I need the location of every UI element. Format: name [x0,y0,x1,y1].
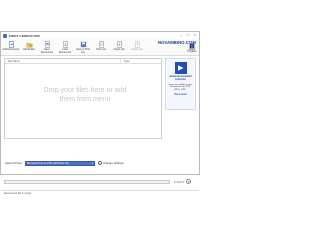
toolbar: Add Documents Add Folder Save Documents … [1,39,199,56]
column-header-type-label: Type [124,59,130,63]
status-bar: Documents list is empty [1,190,199,195]
window-controls: – □ × [179,33,197,37]
toolbar-label: Add Documents [2,48,20,51]
add-documents-icon [8,41,14,48]
change-settings-label: Change Settings [103,161,124,165]
progress-row: START [4,178,196,185]
drop-hint: Drop your files here or add them from me… [43,87,127,103]
maximize-button[interactable]: □ [186,33,190,37]
toolbar-label: Print List [96,48,106,51]
start-button[interactable]: START [174,179,191,184]
ad-text: gives you ability to print documents int… [169,83,192,91]
toolbar-add-folder[interactable]: Add Folder [20,40,38,55]
ad-banner[interactable]: universal document converter gives you a… [165,58,196,110]
save-documents-icon [44,41,50,48]
start-label: START [174,179,185,184]
change-settings-button[interactable]: Change Settings [98,161,124,165]
close-button[interactable]: × [193,33,197,37]
progress-bar [4,179,170,184]
toolbar-label: Import List [113,48,125,51]
toolbar-import-list[interactable]: Import List [110,40,128,55]
window-title: PRINT CONDUCTOR [9,33,40,38]
export-list-icon [134,41,140,48]
toolbar-save-print-list[interactable]: Save to Print List [74,40,92,55]
toolbar-label: Save to Print List [76,48,90,54]
toolbar-label: Load Documents [58,48,72,54]
toolbar-label: Save Documents [40,48,54,54]
file-list-header: File Name Type [5,59,161,64]
load-documents-icon [62,41,68,48]
printer-label: Select Printer: [5,161,23,165]
toolbar-save-documents[interactable]: Save Documents [38,40,56,55]
toolbar-label: Add Folder [23,48,35,51]
printer-select-value: Microsoft Print to PDF (Windows 10) [27,161,69,165]
app-window: PRINT CONDUCTOR – □ × Add Documents Add … [0,31,200,195]
toolbar-add-documents[interactable]: Add Documents [2,40,20,55]
printer-select[interactable]: Microsoft Print to PDF (Windows 10) ▾ [25,160,95,166]
file-list[interactable]: File Name Type Drop your files here or a… [4,58,162,139]
toolbar-load-documents[interactable]: Load Documents [56,40,74,55]
add-folder-icon [26,42,32,48]
save-list-icon [80,41,86,48]
converter-logo-icon [174,62,187,74]
import-list-icon [116,41,122,48]
title-bar: PRINT CONDUCTOR – □ × [1,32,199,39]
column-header-name[interactable]: File Name [5,59,121,63]
play-icon [185,179,191,184]
print-list-icon [98,41,104,48]
toolbar-export-list[interactable]: Export List [128,40,146,55]
about-label: About Program [187,47,197,54]
about-button[interactable]: About Program [185,43,199,54]
toolbar-print-list[interactable]: Print List [92,40,110,55]
column-header-name-label: File Name [8,59,20,63]
chevron-down-icon: ▾ [91,161,93,165]
printer-row: Select Printer: Microsoft Print to PDF (… [5,160,155,166]
ad-title: universal document converter [169,75,192,81]
gear-icon [98,161,102,165]
column-header-type[interactable]: Type [121,60,130,63]
status-text: Documents list is empty [4,191,32,195]
toolbar-label: Export List [131,48,143,51]
app-logo-icon [3,33,7,38]
ad-link[interactable]: Get it now! [174,93,186,96]
minimize-button[interactable]: – [179,33,183,37]
